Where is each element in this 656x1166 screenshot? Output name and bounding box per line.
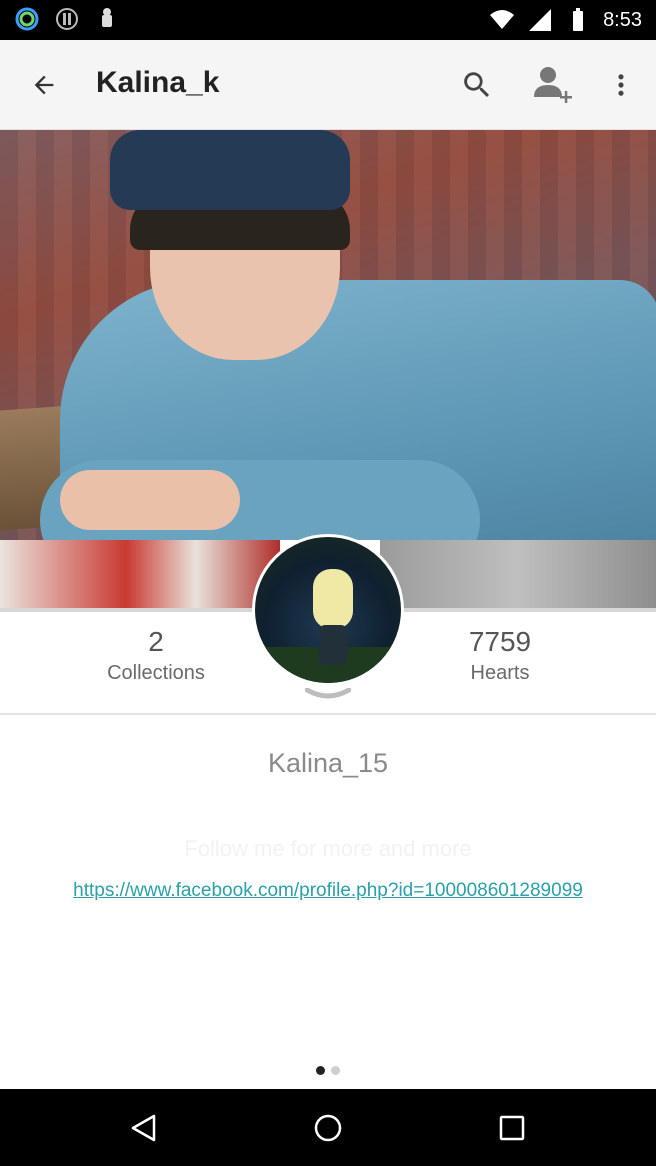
status-right: 8:53: [489, 7, 642, 33]
more-vert-icon: [618, 74, 624, 96]
square-recents-icon: [499, 1115, 525, 1141]
collections-count: 2: [148, 626, 164, 657]
page-indicator: [0, 1066, 656, 1075]
nav-home-button[interactable]: [306, 1106, 350, 1150]
profile-bio: Follow me for more and more: [184, 836, 472, 861]
collections-stat[interactable]: 2 Collections: [56, 626, 256, 685]
hearts-stat[interactable]: 7759 Hearts: [400, 626, 600, 685]
hearts-label: Hearts: [470, 662, 530, 684]
circle-home-icon: [314, 1114, 342, 1142]
avatar-figure-legs: [319, 625, 347, 665]
cover-photo[interactable]: [0, 130, 656, 540]
cover-person-hands: [60, 470, 240, 530]
more-options-button[interactable]: [598, 62, 644, 108]
android-icon: [102, 8, 112, 27]
back-button[interactable]: [21, 62, 67, 108]
avatar[interactable]: [252, 534, 404, 686]
add-friend-icon: [534, 67, 572, 103]
add-friend-button[interactable]: [529, 62, 575, 108]
triangle-back-icon: [131, 1114, 156, 1142]
section-divider: [0, 713, 656, 715]
app-bar: Kalina_k: [0, 40, 656, 130]
search-button[interactable]: [454, 62, 500, 108]
wifi-icon: [490, 10, 515, 29]
page-title: Kalina_k: [96, 66, 220, 99]
signal-icon: [529, 9, 552, 31]
back-arrow-icon: [34, 75, 54, 95]
ring-icon: [15, 7, 39, 31]
search-icon: [464, 72, 490, 98]
status-left: [14, 6, 120, 32]
status-time: 8:53: [603, 8, 642, 31]
page-dot: [331, 1066, 340, 1075]
avatar-figure: [313, 569, 353, 629]
collections-label: Collections: [107, 662, 205, 684]
info-circle-icon: [56, 8, 78, 30]
battery-icon: [573, 8, 584, 31]
nav-recents-button[interactable]: [490, 1106, 534, 1150]
status-bar: 8:53: [0, 0, 656, 40]
nav-back-button[interactable]: [122, 1106, 166, 1150]
cover-person-cap: [110, 130, 350, 210]
collection-thumbnail-1[interactable]: [0, 540, 280, 612]
chevron-down-icon[interactable]: [305, 688, 351, 704]
profile-username: Kalina_15: [267, 748, 389, 778]
navigation-bar: [0, 1089, 656, 1166]
hearts-count: 7759: [468, 626, 532, 657]
facebook-link[interactable]: https://www.facebook.com/profile.php?id=…: [0, 880, 656, 902]
collection-thumbnail-2[interactable]: [380, 540, 656, 612]
page-dot-active: [316, 1066, 325, 1075]
